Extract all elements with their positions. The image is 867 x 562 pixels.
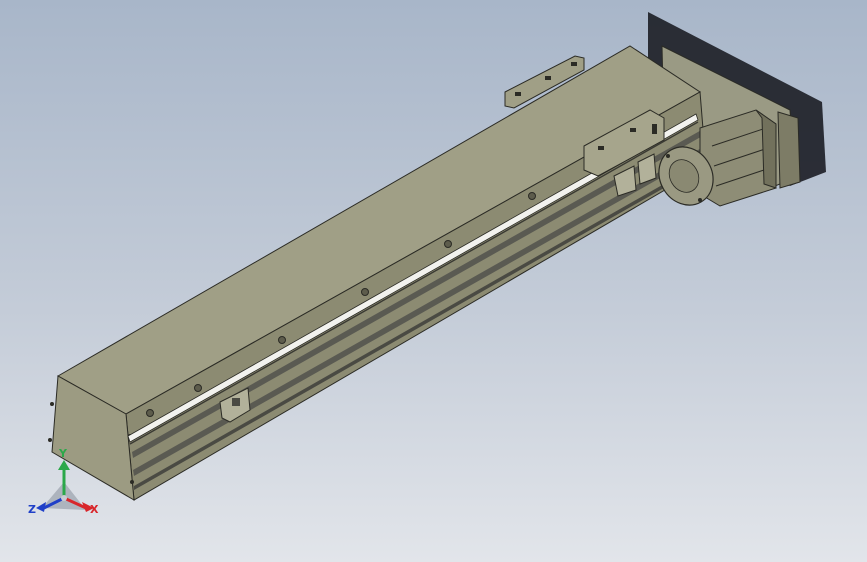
- carriage-hole-3: [652, 124, 657, 134]
- cover-hole-2: [194, 384, 202, 392]
- end-cap-screw-2: [48, 438, 52, 442]
- end-cap-screw-4: [130, 480, 134, 484]
- end-cap-screw-1: [50, 402, 54, 406]
- flange-screw-1: [666, 154, 670, 158]
- cover-hole-5: [444, 240, 452, 248]
- cover-hole-4: [361, 288, 369, 296]
- x-axis-label: X: [90, 503, 99, 516]
- cover-hole-6: [528, 192, 536, 200]
- bracket-hole-1: [515, 92, 521, 96]
- cover-hole-1: [146, 409, 154, 417]
- y-axis-arrow: [58, 460, 70, 470]
- flange-screw-2: [698, 198, 702, 202]
- rear-plate-edge: [777, 111, 801, 189]
- z-axis-arrow: [36, 502, 46, 512]
- body-top-face: [56, 45, 701, 415]
- axis-triad: Y X Z: [24, 446, 108, 526]
- cad-viewport[interactable]: Y X Z: [0, 0, 867, 562]
- cover-hole-3: [278, 336, 286, 344]
- carriage-hole-2: [630, 128, 636, 132]
- bracket-hole-2: [545, 76, 551, 80]
- z-axis-label: Z: [28, 503, 36, 516]
- bracket-hole-3: [571, 62, 577, 66]
- carriage-hole-1: [598, 146, 604, 150]
- sensor-bracket-slot: [232, 398, 240, 406]
- y-axis-label: Y: [59, 447, 67, 460]
- linear-actuator-model[interactable]: [0, 0, 867, 562]
- triad-origin: [61, 495, 67, 501]
